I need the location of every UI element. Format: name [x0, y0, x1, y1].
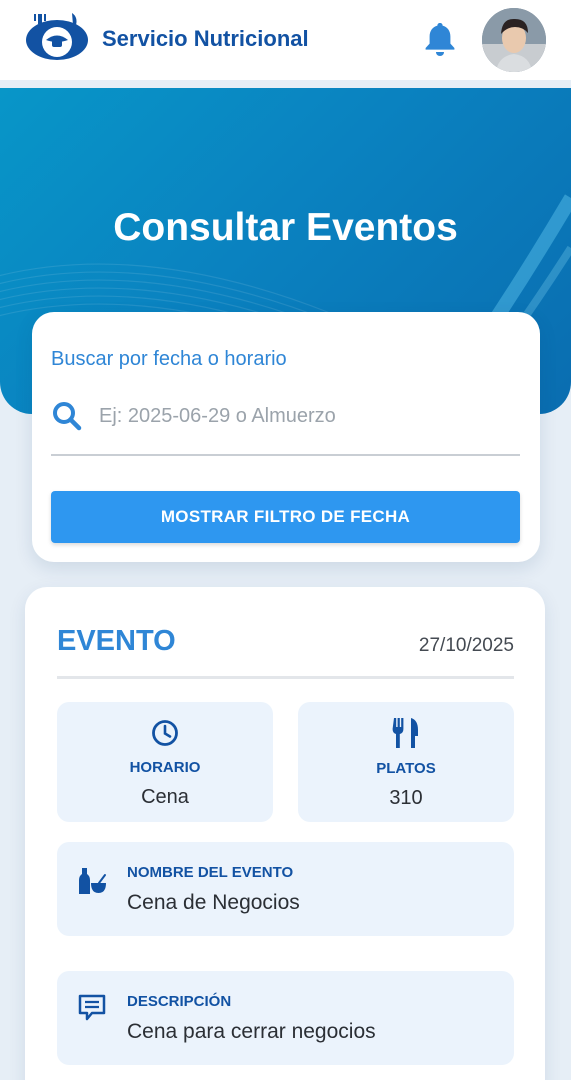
search-icon	[53, 402, 82, 431]
show-date-filter-button[interactable]: MOSTRAR FILTRO DE FECHA	[51, 491, 520, 543]
food-service-logo-icon	[26, 13, 88, 60]
dishes-tile: PLATOS 310	[298, 702, 514, 822]
event-name-value: Cena de Negocios	[127, 891, 300, 914]
dishes-value: 310	[389, 787, 423, 809]
description-label: DESCRIPCIÓN	[127, 993, 232, 1010]
search-label: Buscar por fecha o horario	[51, 348, 287, 370]
description-box: DESCRIPCIÓN Cena para cerrar negocios	[57, 971, 514, 1065]
page-title: Consultar Eventos	[113, 206, 458, 249]
description-value: Cena para cerrar negocios	[127, 1020, 376, 1043]
event-name-box: NOMBRE DEL EVENTO Cena de Negocios	[57, 842, 514, 936]
bottle-bowl-icon	[79, 868, 106, 894]
schedule-tile: HORARIO Cena	[57, 702, 273, 822]
top-app-bar: Servicio Nutricional	[0, 0, 571, 80]
divider	[57, 676, 514, 679]
bell-icon[interactable]	[421, 20, 459, 58]
schedule-label: HORARIO	[129, 759, 201, 776]
avatar-photo	[482, 8, 546, 72]
event-card: EVENTO 27/10/2025 HORARIO Cena PLATOS 31…	[25, 587, 545, 1080]
dishes-label: PLATOS	[376, 760, 436, 777]
search-card: Buscar por fecha o horario MOSTRAR FILTR…	[32, 312, 540, 562]
event-date: 27/10/2025	[418, 635, 514, 656]
search-input[interactable]	[99, 398, 509, 434]
app-title: Servicio Nutricional	[102, 26, 309, 51]
event-heading: EVENTO	[57, 625, 176, 657]
event-name-label: NOMBRE DEL EVENTO	[127, 864, 294, 881]
comment-icon	[78, 994, 106, 1021]
clock-icon	[152, 720, 178, 746]
user-avatar[interactable]	[482, 8, 546, 72]
schedule-value: Cena	[141, 786, 189, 808]
cutlery-icon	[392, 718, 418, 748]
search-field	[51, 394, 520, 456]
